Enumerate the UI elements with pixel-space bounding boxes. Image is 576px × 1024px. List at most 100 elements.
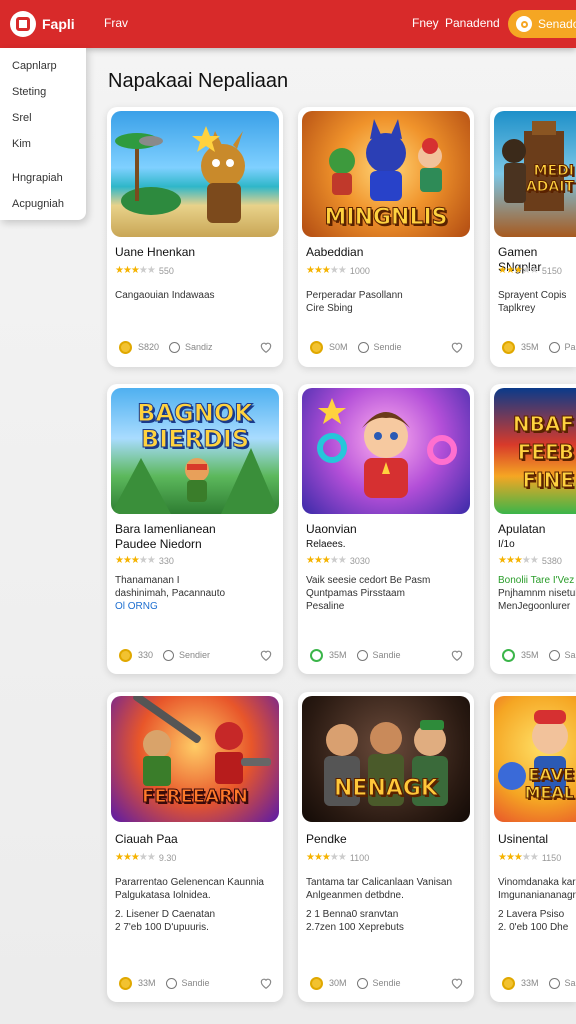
- desc-line: Cire Sbing: [306, 303, 353, 314]
- rating-value: 550: [158, 265, 174, 276]
- rating: ★★★★★ 5150: [498, 265, 562, 276]
- price: 33M: [138, 978, 156, 988]
- star-rating-icon: ★★★★★: [115, 555, 156, 566]
- game-card[interactable]: MINGNLIS Aabeddian ★★★★★ 1000 Perperadar…: [298, 107, 474, 367]
- radio-button[interactable]: [165, 977, 177, 989]
- page-title: Napakaai Nepaliaan: [108, 70, 289, 92]
- option-label: Sa: [564, 978, 576, 988]
- card-footer: 33M Sandie: [119, 975, 273, 991]
- radio-button[interactable]: [163, 649, 175, 661]
- game-thumbnail[interactable]: MINGNLIS: [302, 111, 470, 237]
- desc-line: Tantama tar Calicanlaan Vanisan: [306, 877, 453, 888]
- game-thumbnail[interactable]: NBAF FEEB FINE: [494, 388, 576, 514]
- radio-button[interactable]: [548, 977, 560, 989]
- desc-line: Vinomdanaka kar: [498, 877, 576, 888]
- option-label: Sandie: [372, 650, 401, 660]
- desc-line: MenJegoonlurer: [498, 601, 571, 612]
- option-label: Pa: [564, 342, 576, 352]
- heart-icon[interactable]: [259, 976, 273, 990]
- rating: ★★★★★ 550: [115, 265, 174, 276]
- heart-icon[interactable]: [259, 340, 273, 354]
- desc-line: Imgunaniananagr: [498, 890, 576, 901]
- desc-line: 2 1 Benna0 sranvtan: [306, 909, 399, 920]
- nav-link-1[interactable]: Fney: [412, 16, 439, 30]
- card-title: Aabeddian: [306, 245, 364, 259]
- menu-item[interactable]: Srel: [0, 110, 86, 136]
- game-card[interactable]: BAGNOK BIERDIS Bara Iamenlianean Paudee …: [107, 384, 283, 674]
- game-card[interactable]: MEDI ADAIT Gamen SNgplar ★★★★★ 5150 Spra…: [490, 107, 576, 367]
- menu-item[interactable]: Steting: [0, 84, 86, 110]
- card-title: Uaonvian Relaees.: [306, 522, 357, 552]
- game-art-text: FEREEARN: [142, 786, 249, 808]
- card-footer: 30M Sendie: [310, 975, 464, 991]
- rating: ★★★★★ 1000: [306, 265, 370, 276]
- card-title-line: Bara Iamenlianean: [115, 522, 216, 536]
- desc-line: Palgukatasa Iolnidea.: [115, 890, 211, 901]
- heart-icon[interactable]: [450, 976, 464, 990]
- price: 35M: [329, 650, 347, 660]
- rating: ★★★★★ 330: [115, 555, 174, 566]
- game-card[interactable]: Uaonvian Relaees. ★★★★★ 3030 Vaik seesie…: [298, 384, 474, 674]
- search-button[interactable]: Senador: [508, 10, 576, 38]
- radio-button[interactable]: [356, 649, 368, 661]
- card-footer: 330 Sendier: [119, 647, 273, 663]
- radio-button[interactable]: [357, 341, 369, 353]
- menu-item[interactable]: Kim: [0, 136, 86, 162]
- desc-line: Perperadar Pasollann: [306, 290, 403, 301]
- star-rating-icon: ★★★★★: [306, 265, 347, 276]
- card-title: Uane Hnenkan: [115, 245, 196, 259]
- desc-line: 2. Lisener D Caenatan: [115, 909, 216, 920]
- rating: ★★★★★ 3030: [306, 555, 370, 566]
- heart-icon[interactable]: [450, 340, 464, 354]
- rating-value: 330: [158, 555, 174, 566]
- nav-link-left[interactable]: Frav: [104, 16, 128, 30]
- desc-line: Pnjhamnm nisetuhip: [498, 588, 576, 599]
- menu-item[interactable]: Capnlarp: [0, 58, 86, 84]
- radio-button[interactable]: [548, 341, 560, 353]
- game-thumbnail[interactable]: BAGNOK BIERDIS: [111, 388, 279, 514]
- card-description: Vinomdanaka kar Imgunaniananagr 2 Lavera…: [498, 876, 576, 934]
- nav-link-2[interactable]: Panadend: [445, 16, 500, 30]
- game-thumbnail[interactable]: FEREEARN: [111, 696, 279, 822]
- game-card[interactable]: NBAF FEEB FINE Apulatan I/1o ★★★★★ 5380 …: [490, 384, 576, 674]
- price: S0M: [329, 342, 348, 352]
- menu-item[interactable]: Hngrapiah: [0, 170, 86, 196]
- search-label: Senador: [538, 17, 576, 31]
- game-card[interactable]: NENAGK Pendke ★★★★★ 1100 Tantama tar Cal…: [298, 692, 474, 1002]
- card-title-line: Relaees.: [306, 539, 346, 550]
- game-card[interactable]: EAVE MEAL Usinental ★★★★★ 1150 Vinomdana…: [490, 692, 576, 1002]
- menu-item[interactable]: Acpugniah: [0, 196, 86, 222]
- rating: ★★★★★ 9.30: [115, 852, 176, 863]
- card-description: Cangaouian Indawaas: [115, 289, 277, 302]
- game-thumbnail[interactable]: MEDI ADAIT: [494, 111, 576, 237]
- radio-button[interactable]: [356, 977, 368, 989]
- radio-button[interactable]: [548, 649, 560, 661]
- card-title: Usinental: [498, 832, 549, 846]
- desc-line: Vaik seesie cedort Be Pasm: [306, 575, 431, 586]
- heart-icon[interactable]: [259, 648, 273, 662]
- radio-button[interactable]: [169, 341, 181, 353]
- star-rating-icon: ★★★★★: [115, 265, 156, 276]
- game-thumbnail[interactable]: [302, 388, 470, 514]
- card-description: Vaik seesie cedort Be Pasm Quntpamas Pir…: [306, 574, 468, 613]
- coin-icon: [119, 648, 132, 662]
- desc-line: dashinimah, Pacannauto: [115, 588, 226, 599]
- game-art-text: EAVE MEAL: [524, 765, 574, 802]
- game-card[interactable]: Uane Hnenkan ★★★★★ 550 Cangaouian Indawa…: [107, 107, 283, 367]
- game-card[interactable]: FEREEARN Ciauah Paa ★★★★★ 9.30 Pararrent…: [107, 692, 283, 1002]
- card-footer: 35M Pa: [502, 339, 576, 355]
- heart-icon[interactable]: [450, 648, 464, 662]
- price: S820: [138, 342, 160, 352]
- card-title-line: Apulatan: [498, 522, 546, 536]
- card-title-line: Paudee Niedorn: [115, 537, 202, 551]
- app-logo[interactable]: Fapli: [10, 10, 75, 38]
- game-thumbnail[interactable]: NENAGK: [302, 696, 470, 822]
- card-title-line: I/1o: [498, 539, 515, 550]
- option-label: Sendie: [372, 978, 401, 988]
- game-art-text: NENAGK: [334, 776, 439, 802]
- desc-line: Quntpamas Pirsstaam: [306, 588, 405, 599]
- game-thumbnail[interactable]: EAVE MEAL: [494, 696, 576, 822]
- card-footer: 35M Sa: [502, 647, 576, 663]
- card-footer: 33M Sa: [502, 975, 576, 991]
- game-thumbnail[interactable]: [111, 111, 279, 237]
